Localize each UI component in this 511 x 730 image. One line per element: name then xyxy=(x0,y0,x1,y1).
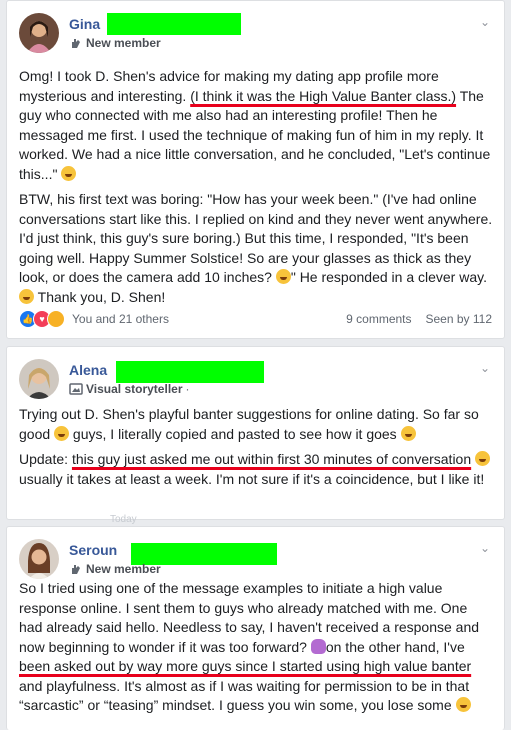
wave-hand-icon xyxy=(72,39,80,48)
reactions-count[interactable]: You and 21 others xyxy=(72,312,169,326)
highlighted-text: (I think it was the High Value Banter cl… xyxy=(190,87,457,104)
post-paragraph: So I tried using one of the message exam… xyxy=(19,579,494,716)
avatar[interactable] xyxy=(19,13,59,53)
badge-label: Visual storyteller xyxy=(86,382,183,396)
person-shrug-emoji-icon xyxy=(310,638,326,654)
highlighted-text: been asked out by way more guys since I … xyxy=(19,658,472,674)
chevron-down-icon[interactable]: ⌄ xyxy=(478,541,492,555)
avatar[interactable] xyxy=(19,539,59,579)
post-paragraph: Omg! I took D. Shen's advice for making … xyxy=(19,67,494,184)
text: Thank you, D. Shen! xyxy=(34,288,166,305)
faded-label: Today xyxy=(110,514,137,525)
member-badge: New member xyxy=(69,36,161,50)
reaction-icons[interactable]: 👍 ♥ xyxy=(19,310,65,328)
text: " He responded in a clever way. xyxy=(290,269,487,285)
smile-emoji-icon xyxy=(400,425,416,441)
highlighted-text: this guy just asked me out within first … xyxy=(71,451,472,467)
post-card-seroun: Seroun New member ⌄ So I tried using one… xyxy=(6,526,505,730)
text: guys, I literally copied and pasted to s… xyxy=(69,425,401,442)
badge-label: New member xyxy=(86,562,161,576)
author-name[interactable]: Seroun xyxy=(69,542,117,558)
post-paragraph: Trying out D. Shen's playful banter sugg… xyxy=(19,405,494,444)
haha-icon xyxy=(47,310,65,328)
chevron-down-icon[interactable]: ⌄ xyxy=(478,361,492,375)
post-body: Omg! I took D. Shen's advice for making … xyxy=(19,67,494,313)
chevron-down-icon[interactable]: ⌄ xyxy=(478,15,492,29)
post-card-alena: Alena Visual storyteller · ⌄ Trying out … xyxy=(6,346,505,520)
avatar[interactable] xyxy=(19,359,59,399)
comments-count[interactable]: 9 comments xyxy=(346,312,411,326)
badge-label: New member xyxy=(86,36,161,50)
post-paragraph: Update: this guy just asked me out withi… xyxy=(19,450,494,489)
post-footer: 👍 ♥ You and 21 others 9 comments Seen by… xyxy=(19,310,492,328)
badge-separator: · xyxy=(185,382,190,396)
tongue-emoji-icon xyxy=(455,697,471,712)
text: and playfulness. It's almost as if I was… xyxy=(19,677,470,714)
author-name[interactable]: Alena xyxy=(69,362,107,378)
author-name[interactable]: Gina xyxy=(69,16,100,32)
redaction-block xyxy=(107,13,241,35)
post-header: Seroun New member ⌄ xyxy=(19,539,492,579)
laugh-emoji-icon xyxy=(19,288,34,304)
post-paragraph: BTW, his first text was boring: "How has… xyxy=(19,190,494,307)
member-badge: Visual storyteller · xyxy=(69,382,190,396)
seen-count[interactable]: Seen by 112 xyxy=(426,312,493,326)
text: on the other hand, I've xyxy=(325,638,465,655)
post-card-gina: Gina New member ⌄ Omg! I took D. Shen's … xyxy=(6,0,505,339)
post-body: So I tried using one of the message exam… xyxy=(19,579,494,722)
post-body: Trying out D. Shen's playful banter sugg… xyxy=(19,405,494,495)
post-header: Alena Visual storyteller · ⌄ xyxy=(19,359,492,399)
wave-hand-icon xyxy=(72,565,80,574)
sweat-emoji-icon xyxy=(475,451,491,466)
post-header: Gina New member ⌄ xyxy=(19,13,492,53)
text: usually it takes at least a week. I'm no… xyxy=(19,470,485,487)
redaction-block xyxy=(116,361,264,383)
member-badge: New member xyxy=(69,562,161,576)
picture-icon xyxy=(69,383,83,395)
rofl-emoji-icon xyxy=(54,425,70,441)
tongue-emoji-icon xyxy=(275,269,291,284)
text: Update: xyxy=(19,451,72,467)
grin-emoji-icon xyxy=(61,165,77,181)
